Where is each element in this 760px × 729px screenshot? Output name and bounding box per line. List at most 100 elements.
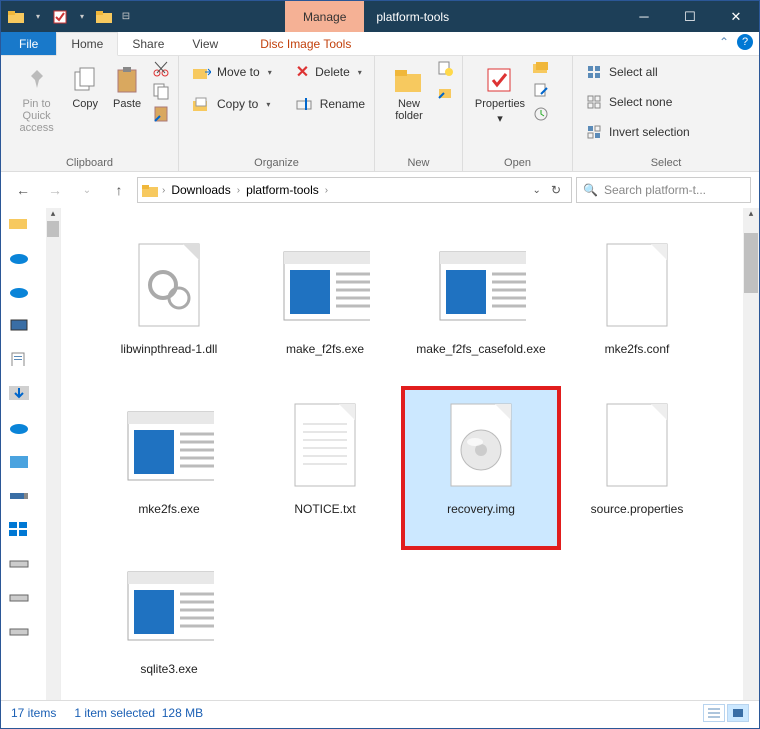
collapse-ribbon-icon[interactable]: ⌃ — [719, 35, 729, 49]
onedrive-icon[interactable] — [9, 250, 29, 264]
tab-file[interactable]: File — [1, 32, 56, 55]
forward-button[interactable]: → — [41, 176, 69, 204]
content-scrollbar[interactable]: ▴ — [743, 208, 759, 700]
paste-icon — [111, 64, 143, 96]
edit-icon[interactable] — [533, 82, 549, 98]
chevron-right-icon[interactable]: › — [160, 185, 167, 196]
scrollbar-thumb[interactable] — [744, 233, 758, 293]
search-input[interactable]: 🔍 Search platform-t... — [576, 177, 751, 203]
properties-button[interactable]: Properties ▾ — [471, 60, 529, 125]
back-button[interactable]: ← — [9, 176, 37, 204]
history-icon[interactable] — [533, 106, 549, 122]
paste-shortcut-icon[interactable] — [152, 104, 170, 122]
invert-selection-button[interactable]: Invert selection — [581, 120, 696, 144]
tab-disc-image-tools[interactable]: Disc Image Tools — [246, 32, 365, 55]
drive-icon[interactable] — [9, 420, 29, 434]
copy-to-button[interactable]: Copy to▾ — [187, 92, 278, 116]
downloads-icon[interactable] — [9, 386, 29, 400]
file-thumbnail-icon — [124, 394, 214, 498]
recent-locations-button[interactable]: ⌄ — [73, 176, 101, 204]
qat-dropdown-icon[interactable]: ▾ — [29, 8, 47, 26]
onedrive-icon[interactable] — [9, 284, 29, 298]
file-item[interactable]: libwinpthread-1.dll — [91, 228, 247, 388]
new-folder-label: New folder — [383, 98, 435, 122]
file-label: make_f2fs_casefold.exe — [416, 342, 545, 357]
navigation-pane[interactable]: ▴ — [1, 208, 61, 700]
qat-overflow-icon[interactable]: ⊟ — [117, 8, 135, 26]
pin-to-quick-access-button[interactable]: Pin to Quick access — [9, 60, 64, 134]
chevron-right-icon[interactable]: › — [235, 185, 242, 196]
details-view-button[interactable] — [703, 704, 725, 722]
minimize-button[interactable]: ─ — [621, 1, 667, 32]
file-list[interactable]: libwinpthread-1.dllmake_f2fs.exe make_f2f… — [61, 208, 743, 700]
close-button[interactable]: ✕ — [713, 1, 759, 32]
select-all-icon — [587, 65, 603, 79]
file-label: mke2fs.conf — [605, 342, 670, 357]
select-all-button[interactable]: Select all — [581, 60, 696, 84]
qat-dropdown-icon[interactable]: ▾ — [73, 8, 91, 26]
file-item[interactable]: sqlite3.exe — [91, 548, 247, 700]
dropdown-icon[interactable]: ⌄ — [533, 185, 541, 196]
breadcrumb-segment[interactable]: Downloads — [167, 183, 234, 197]
new-item-icon[interactable] — [437, 60, 453, 76]
file-label: recovery.img — [447, 502, 515, 517]
folder-icon[interactable] — [9, 216, 29, 230]
file-item[interactable]: make_f2fs.exe — [247, 228, 403, 388]
up-button[interactable]: ↑ — [105, 176, 133, 204]
refresh-icon[interactable]: ↻ — [551, 183, 561, 197]
group-label-open: Open — [471, 155, 564, 169]
help-icon[interactable]: ? — [737, 34, 753, 50]
file-item[interactable]: mke2fs.conf — [559, 228, 715, 388]
new-folder-button[interactable]: New folder — [383, 60, 435, 122]
paste-label: Paste — [113, 98, 141, 110]
documents-icon[interactable] — [9, 352, 29, 366]
pictures-icon[interactable] — [9, 454, 29, 468]
maximize-button[interactable]: ☐ — [667, 1, 713, 32]
drive-icon[interactable] — [9, 556, 29, 570]
tab-home[interactable]: Home — [56, 32, 118, 56]
icons-view-button[interactable] — [727, 704, 749, 722]
properties-label: Properties — [475, 98, 525, 110]
contextual-tab-label: Manage — [285, 1, 364, 32]
pin-icon — [21, 64, 53, 96]
breadcrumb[interactable]: › Downloads › platform-tools › ⌄ ↻ — [137, 177, 572, 203]
search-icon: 🔍 — [583, 183, 598, 197]
drive-icon[interactable] — [9, 624, 29, 638]
file-label: source.properties — [591, 502, 684, 517]
delete-button[interactable]: ✕Delete▾ — [290, 60, 371, 84]
select-none-button[interactable]: Select none — [581, 90, 696, 114]
move-to-button[interactable]: Move to▾ — [187, 60, 278, 84]
tab-view[interactable]: View — [178, 32, 232, 55]
windows-icon[interactable] — [9, 522, 29, 536]
paste-button[interactable]: Paste — [106, 60, 148, 110]
file-item[interactable]: source.properties — [559, 388, 715, 548]
copy-path-icon[interactable] — [152, 82, 170, 100]
file-item[interactable]: mke2fs.exe — [91, 388, 247, 548]
ribbon-group-new: New folder New — [375, 56, 463, 171]
folder-icon — [95, 8, 113, 26]
rename-button[interactable]: Rename — [290, 92, 371, 116]
open-icon[interactable] — [533, 60, 549, 74]
folder-icon — [142, 183, 160, 197]
file-item[interactable]: make_f2fs_casefold.exe — [403, 228, 559, 388]
nav-scrollbar[interactable]: ▴ — [46, 208, 60, 700]
file-item[interactable]: recovery.img — [403, 388, 559, 548]
chevron-right-icon[interactable]: › — [323, 185, 330, 196]
easy-access-icon[interactable] — [437, 84, 453, 100]
search-placeholder: Search platform-t... — [604, 183, 706, 197]
move-to-icon — [193, 64, 211, 80]
tab-share[interactable]: Share — [118, 32, 178, 55]
file-item[interactable]: NOTICE.txt — [247, 388, 403, 548]
copy-button[interactable]: Copy — [64, 60, 106, 110]
properties-icon[interactable] — [51, 8, 69, 26]
copy-icon — [69, 64, 101, 96]
drive-icon[interactable] — [9, 590, 29, 604]
drive-icon[interactable] — [9, 488, 29, 502]
folder-icon — [7, 8, 25, 26]
breadcrumb-segment[interactable]: platform-tools — [242, 183, 323, 197]
cut-icon[interactable] — [152, 60, 170, 78]
this-pc-icon[interactable] — [9, 318, 29, 332]
scrollbar-thumb[interactable] — [47, 221, 59, 237]
ribbon-group-clipboard: Pin to Quick access Copy Paste Clipboard — [1, 56, 179, 171]
address-bar: ← → ⌄ ↑ › Downloads › platform-tools › ⌄… — [1, 172, 759, 208]
